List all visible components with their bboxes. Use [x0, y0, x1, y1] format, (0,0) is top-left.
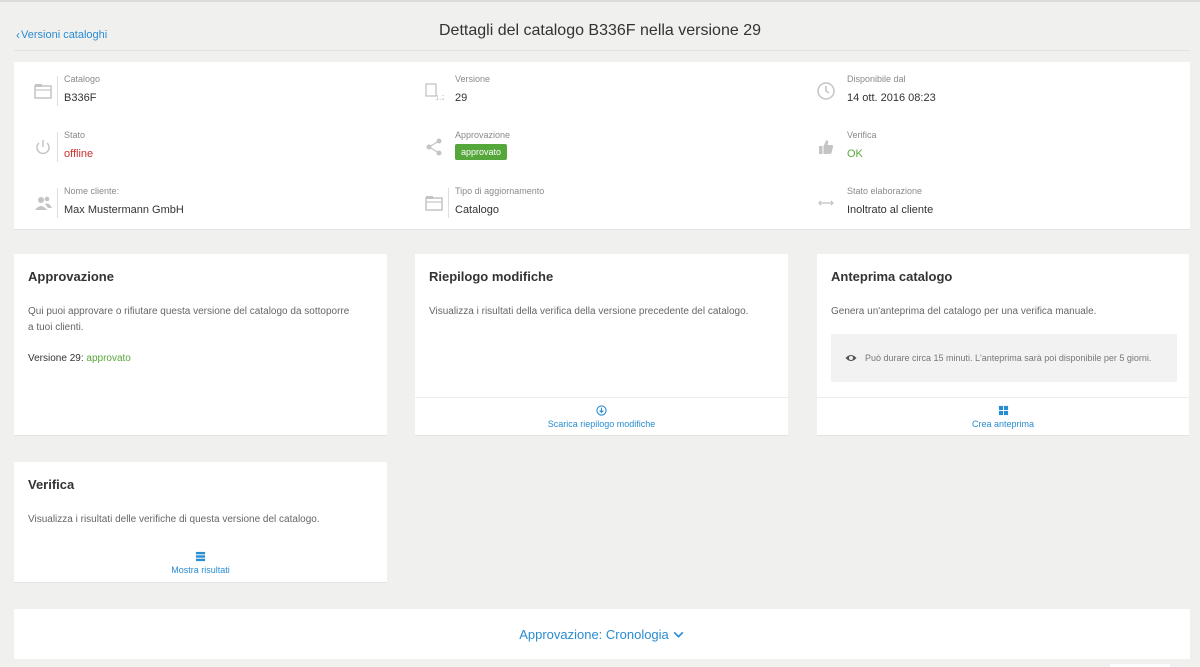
- grid-icon: [998, 405, 1008, 415]
- check-value: OK: [847, 148, 863, 160]
- power-icon: [28, 132, 58, 162]
- field-state: Stato offline: [28, 130, 358, 174]
- approval-version-prefix: Versione 29:: [28, 353, 84, 364]
- customer-value: Max Mustermann GmbH: [64, 204, 184, 216]
- processing-value: Inoltrato al cliente: [847, 204, 934, 216]
- preview-info-text: Può durare circa 15 minuti. L'anteprima …: [865, 352, 1152, 363]
- preview-card-description: Genera un'anteprima del catalogo per una…: [831, 306, 1097, 317]
- eye-icon: [845, 355, 857, 361]
- clock-icon: [811, 76, 841, 106]
- verification-card-title: Verifica: [28, 477, 75, 492]
- changes-card-title: Riepilogo modifiche: [429, 269, 554, 284]
- approval-card-title: Approvazione: [28, 269, 114, 284]
- list-grid-icon: [195, 551, 206, 562]
- preview-card-title: Anteprima catalogo: [831, 269, 953, 284]
- approval-label: Approvazione: [455, 130, 511, 140]
- approval-version-value: approvato: [86, 353, 131, 364]
- field-version: 1.2 Versione 29: [419, 74, 749, 118]
- changes-summary-card: Riepilogo modifiche Visualizza i risulta…: [415, 254, 788, 436]
- title-divider: [14, 50, 1190, 51]
- download-changes-button[interactable]: Scarica riepilogo modifiche: [415, 397, 788, 435]
- version-label: Versione: [455, 74, 491, 84]
- approval-card-description: Qui puoi approvare o rifiutare questa ve…: [28, 306, 350, 333]
- verification-card-description: Visualizza i risultati delle verifiche d…: [28, 514, 320, 525]
- field-processing: Stato elaborazione Inoltrato al cliente: [811, 186, 1141, 230]
- catalog-icon: [28, 76, 58, 106]
- update-type-label: Tipo di aggiornamento: [455, 186, 545, 196]
- available-value: 14 ott. 2016 08:23: [847, 92, 936, 104]
- approval-card: Approvazione Qui puoi approvare o rifiut…: [14, 254, 387, 436]
- version-icon: 1.2: [419, 76, 449, 106]
- chevron-down-icon: [673, 631, 684, 638]
- field-customer: Nome cliente: Max Mustermann GmbH: [28, 186, 358, 230]
- users-icon: [28, 188, 58, 218]
- transfer-arrows-icon: [811, 188, 841, 218]
- catalog-preview-card: Anteprima catalogo Genera un'anteprima d…: [817, 254, 1189, 436]
- approval-version-status: Versione 29: approvato: [28, 353, 131, 364]
- catalog-update-icon: [419, 188, 449, 218]
- download-icon: [596, 404, 607, 416]
- changes-card-description: Visualizza i risultati della verifica de…: [429, 306, 749, 317]
- show-results-button[interactable]: Mostra risultati: [14, 544, 387, 582]
- update-type-value: Catalogo: [455, 204, 500, 216]
- field-update-type: Tipo di aggiornamento Catalogo: [419, 186, 749, 230]
- state-label: Stato: [64, 130, 86, 140]
- approval-history-toggle[interactable]: Approvazione: Cronologia: [14, 609, 1190, 659]
- svg-text:1.2: 1.2: [435, 94, 444, 101]
- page-header: ‹ Versioni cataloghi Dettagli del catalo…: [0, 0, 1200, 62]
- version-value: 29: [455, 92, 468, 104]
- preview-info-box: Può durare circa 15 minuti. L'anteprima …: [831, 334, 1177, 382]
- share-icon: [419, 132, 449, 162]
- create-preview-label: Crea anteprima: [971, 418, 1035, 429]
- create-preview-button[interactable]: Crea anteprima: [817, 397, 1189, 435]
- state-value: offline: [64, 148, 94, 160]
- available-label: Disponibile dal: [847, 74, 906, 84]
- field-available-from: Disponibile dal 14 ott. 2016 08:23: [811, 74, 1141, 118]
- catalog-value: B336F: [64, 92, 97, 104]
- catalog-summary-panel: Catalogo B336F 1.2 Versione 29 Disponibi…: [14, 62, 1190, 230]
- download-changes-label: Scarica riepilogo modifiche: [547, 418, 656, 429]
- approval-history-label: Approvazione: Cronologia: [519, 626, 669, 642]
- approval-status-badge: approvato: [455, 144, 508, 160]
- check-label: Verifica: [847, 130, 877, 140]
- thumbs-up-icon: [811, 132, 841, 162]
- processing-label: Stato elaborazione: [847, 186, 923, 196]
- customer-label: Nome cliente:: [64, 186, 120, 196]
- page-title: Dettagli del catalogo B336F nella versio…: [439, 22, 761, 39]
- field-catalog: Catalogo B336F: [28, 74, 358, 118]
- field-approval: Approvazione approvato: [419, 130, 749, 174]
- verification-card: Verifica Visualizza i risultati delle ve…: [14, 462, 387, 583]
- show-results-label: Mostra risultati: [171, 565, 230, 575]
- field-check: Verifica OK: [811, 130, 1141, 174]
- catalog-label: Catalogo: [64, 74, 101, 84]
